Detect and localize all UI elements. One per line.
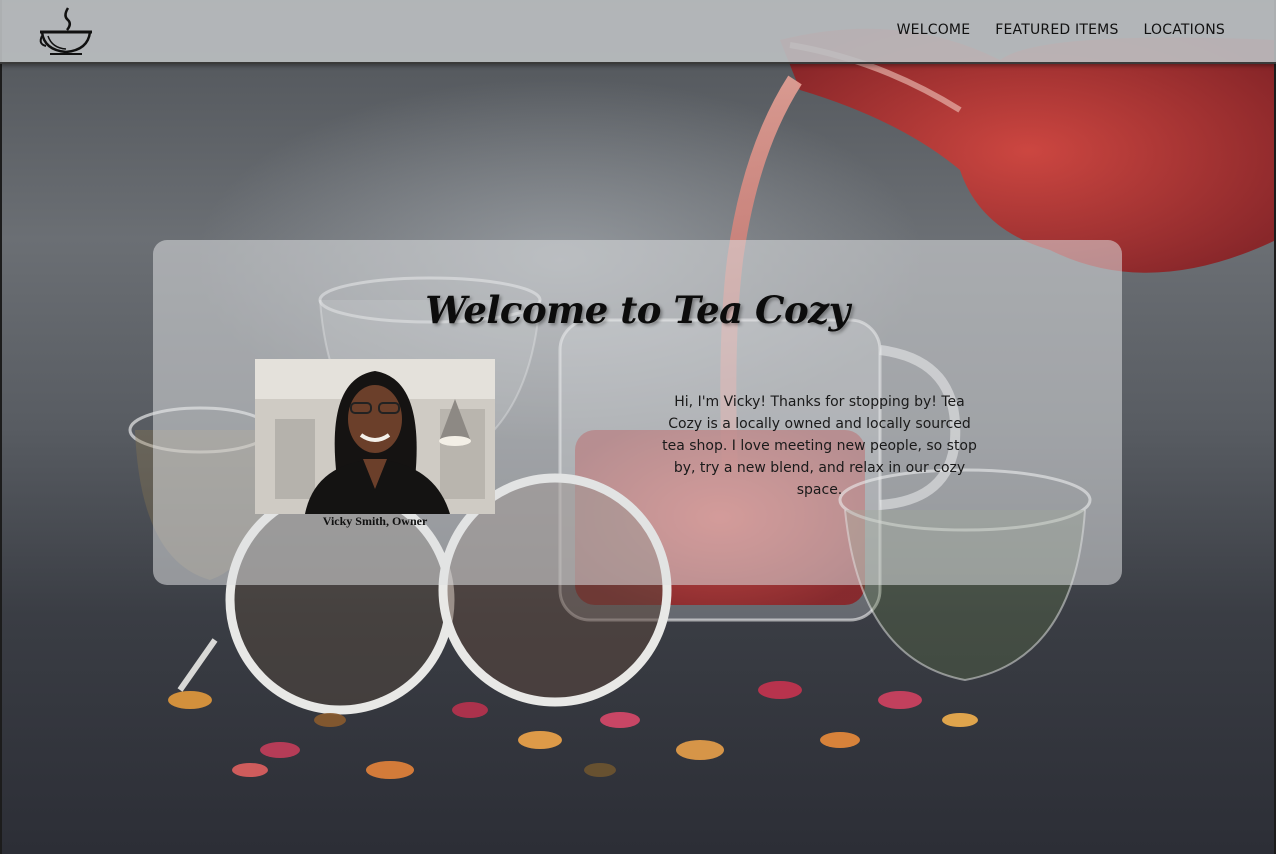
owner-portrait-image <box>255 359 495 514</box>
nav-link-featured-items[interactable]: FEATURED ITEMS <box>995 22 1118 38</box>
nav-link-locations[interactable]: LOCATIONS <box>1144 22 1225 38</box>
nav-links: WELCOME FEATURED ITEMS LOCATIONS <box>897 22 1225 38</box>
welcome-card: Welcome to Tea Cozy Vicky Smith, Owner H… <box>153 240 1122 585</box>
top-navbar: WELCOME FEATURED ITEMS LOCATIONS <box>0 0 1276 64</box>
page-title: Welcome to Tea Cozy <box>425 288 850 332</box>
teacup-icon[interactable] <box>38 6 94 58</box>
portrait-caption: Vicky Smith, Owner <box>322 514 428 528</box>
nav-link-welcome[interactable]: WELCOME <box>897 22 971 38</box>
owner-intro-text: Hi, I'm Vicky! Thanks for stopping by! T… <box>662 394 977 498</box>
